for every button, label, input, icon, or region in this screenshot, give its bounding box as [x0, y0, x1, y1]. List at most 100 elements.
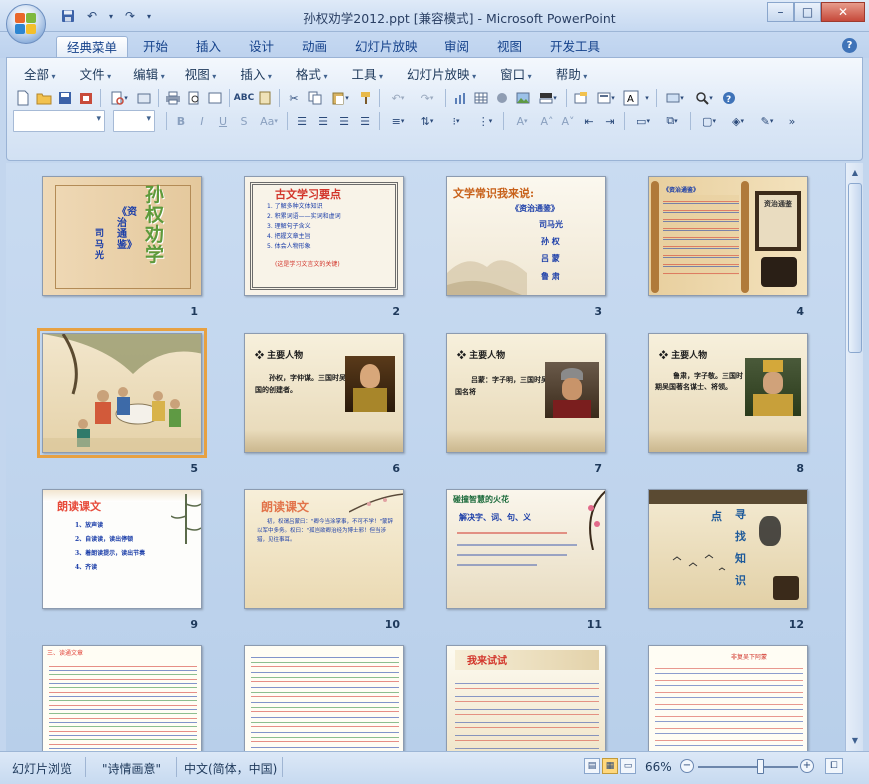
normal-view-button[interactable]: ▤: [584, 758, 600, 774]
save-icon[interactable]: [58, 7, 78, 25]
menu-tools[interactable]: 工具: [342, 66, 392, 84]
customize-qat-icon[interactable]: ▾: [144, 7, 154, 25]
font-color-icon[interactable]: A: [621, 88, 641, 108]
layout-icon[interactable]: ▾: [592, 88, 620, 108]
maximize-button[interactable]: □: [794, 2, 821, 22]
menu-help[interactable]: 帮助: [547, 66, 597, 84]
undo-icon[interactable]: ↶: [82, 7, 102, 25]
menu-edit[interactable]: 编辑: [124, 66, 174, 84]
tab-view[interactable]: 视图: [487, 36, 532, 58]
help-icon[interactable]: ?: [842, 38, 857, 53]
shapes-icon[interactable]: ▭ ▾: [629, 111, 657, 131]
zoom-slider-track[interactable]: [698, 766, 798, 768]
slide-sorter-view-button[interactable]: ▦: [602, 758, 618, 774]
font-name-combo[interactable]: [13, 110, 105, 132]
research-icon[interactable]: [255, 88, 275, 108]
tab-insert[interactable]: 插入: [186, 36, 231, 58]
tab-animations[interactable]: 动画: [292, 36, 337, 58]
help-icon[interactable]: ?: [719, 88, 739, 108]
tab-design[interactable]: 设计: [239, 36, 284, 58]
permission-icon[interactable]: [76, 88, 96, 108]
align-center-icon[interactable]: ☰: [313, 111, 333, 131]
close-button[interactable]: ✕: [821, 2, 865, 22]
shrink-font-icon[interactable]: A˅: [558, 111, 578, 131]
increase-indent-icon[interactable]: ⇥: [600, 111, 620, 131]
vertical-scrollbar[interactable]: ▲ ▼: [845, 163, 863, 751]
tab-slide-show[interactable]: 幻灯片放映: [345, 36, 428, 58]
new-icon[interactable]: [13, 88, 33, 108]
slide-thumbnail-12[interactable]: 点 寻 找 知 识: [648, 489, 808, 609]
menu-slide-show[interactable]: 幻灯片放映: [398, 66, 485, 84]
format-painter-icon[interactable]: [355, 88, 375, 108]
slide-thumbnail-10[interactable]: 朗读课文 初，权谓吕蒙曰："卿今当涂掌事，不可不学！"蒙辞以军中多务。权曰："孤…: [244, 489, 404, 609]
slide-thumbnail-6[interactable]: ❖ 主要人物 孙权，字仲谋。三国时吴国的创建者。: [244, 333, 404, 453]
undo-dropdown-icon[interactable]: ▾: [106, 7, 116, 25]
align-right-icon[interactable]: ☰: [334, 111, 354, 131]
minimize-button[interactable]: –: [767, 2, 794, 22]
zoom-out-button[interactable]: −: [680, 759, 694, 773]
decrease-indent-icon[interactable]: ⇤: [579, 111, 599, 131]
slide-thumbnail-3[interactable]: 文学常识我来说: 《资治通鉴》 司马光 孙 权 吕 蒙 鲁 肃: [446, 176, 606, 296]
slide-thumbnail-5[interactable]: [37, 328, 207, 458]
save-icon[interactable]: [55, 88, 75, 108]
redo-icon[interactable]: ↷ ▾: [413, 88, 441, 108]
paste-icon[interactable]: ▾: [326, 88, 354, 108]
menu-file[interactable]: 文件: [71, 66, 121, 84]
tab-developer[interactable]: 开发工具: [540, 36, 610, 58]
print-icon[interactable]: [163, 88, 183, 108]
slide-thumbnail-13[interactable]: 三、读通文章: [42, 645, 202, 751]
scroll-down-icon[interactable]: ▼: [847, 733, 863, 749]
slide-show-view-button[interactable]: ▭: [620, 758, 636, 774]
insert-chart-icon[interactable]: [450, 88, 470, 108]
tab-classic-menu[interactable]: 经典菜单: [56, 36, 129, 58]
copy-icon[interactable]: [305, 88, 325, 108]
justify-icon[interactable]: ☰: [355, 111, 375, 131]
slide-thumbnail-14[interactable]: [244, 645, 404, 751]
zoom-level[interactable]: 66%: [645, 760, 672, 774]
color-grayscale-icon[interactable]: [492, 88, 512, 108]
slide-thumbnail-8[interactable]: ❖ 主要人物 鲁肃，字子敬。三国时期吴国著名谋士、将领。: [648, 333, 808, 453]
grow-font-icon[interactable]: A˄: [537, 111, 557, 131]
bold-icon[interactable]: B: [171, 111, 191, 131]
zoom-icon[interactable]: ▾: [690, 88, 718, 108]
arrange-icon[interactable]: ⧉ ▾: [658, 111, 686, 131]
slide-thumbnail-4[interactable]: 《资治通鉴》 资治通鉴: [648, 176, 808, 296]
tab-home[interactable]: 开始: [133, 36, 178, 58]
scroll-up-icon[interactable]: ▲: [847, 165, 863, 181]
font-color-dropdown-icon[interactable]: ▾: [642, 88, 652, 108]
shadow-icon[interactable]: S: [234, 111, 254, 131]
italic-icon[interactable]: I: [192, 111, 212, 131]
redo-icon[interactable]: ↷: [120, 7, 140, 25]
menu-format[interactable]: 格式: [287, 66, 337, 84]
open-icon[interactable]: [34, 88, 54, 108]
office-button[interactable]: [6, 4, 46, 44]
print-preview-icon[interactable]: ▾: [105, 88, 133, 108]
tab-review[interactable]: 审阅: [434, 36, 479, 58]
zoom-slider-knob[interactable]: [757, 759, 764, 774]
menu-insert[interactable]: 插入: [231, 66, 281, 84]
slide-thumbnail-11[interactable]: 碰撞智慧的火花 解决字、词、句、义: [446, 489, 606, 609]
more-icon[interactable]: »: [782, 111, 802, 131]
attach-icon[interactable]: [134, 88, 154, 108]
zoom-in-button[interactable]: +: [800, 759, 814, 773]
cut-icon[interactable]: ✂: [284, 88, 304, 108]
scroll-thumb[interactable]: [848, 183, 862, 353]
quick-styles-icon[interactable]: ▢ ▾: [695, 111, 723, 131]
preview-icon[interactable]: [184, 88, 204, 108]
slide-thumbnail-16[interactable]: 非复吴下阿蒙: [648, 645, 808, 751]
underline-icon[interactable]: U: [213, 111, 233, 131]
text-direction-icon[interactable]: ⇅ ▾: [413, 111, 441, 131]
undo-icon[interactable]: ↶ ▾: [384, 88, 412, 108]
slide-thumbnail-2[interactable]: 古文学习要点 1. 了解多种文体知识 2. 积累词语——实词和虚词 3. 理解句…: [244, 176, 404, 296]
align-left-icon[interactable]: ☰: [292, 111, 312, 131]
font-color-a-icon[interactable]: A ▾: [508, 111, 536, 131]
new-slide-icon[interactable]: [571, 88, 591, 108]
insert-picture-icon[interactable]: [513, 88, 533, 108]
slide-thumbnail-9[interactable]: 朗读课文 1、放声读 2、自读读，读出停顿 3、着朗读提示，读出节奏 4、齐读: [42, 489, 202, 609]
spelling-icon[interactable]: ABC: [234, 88, 254, 108]
slide-thumbnail-15[interactable]: 我来试试: [446, 645, 606, 751]
line-spacing-icon[interactable]: ≡ ▾: [384, 111, 412, 131]
change-case-icon[interactable]: Aa ▾: [255, 111, 283, 131]
fit-to-window-icon[interactable]: ⧠: [825, 758, 843, 774]
line-color-icon[interactable]: ✎ ▾: [753, 111, 781, 131]
